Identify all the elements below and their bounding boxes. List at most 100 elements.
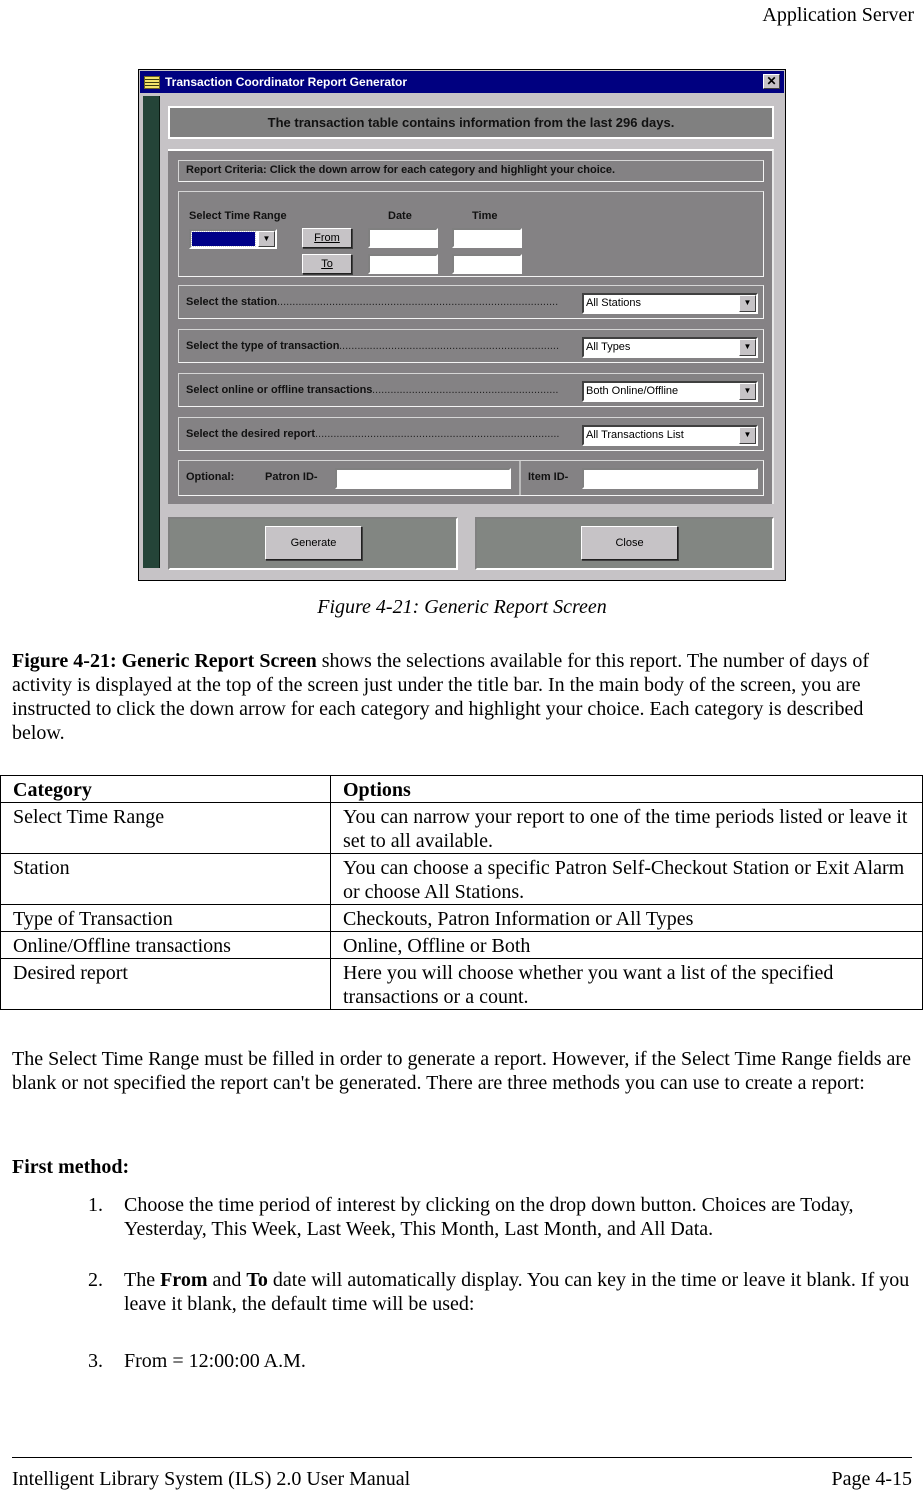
close-button[interactable]: Close — [581, 526, 678, 560]
to-time-input[interactable] — [452, 254, 522, 274]
table-cell-options: You can narrow your report to one of the… — [330, 802, 923, 854]
chevron-down-icon[interactable]: ▼ — [739, 383, 756, 400]
desired-report-group: Select the desired report All Transactio… — [178, 417, 764, 451]
chevron-down-icon[interactable]: ▼ — [739, 339, 756, 356]
figure-caption: Figure 4-21: Generic Report Screen — [317, 596, 607, 618]
days-banner: The transaction table contains informati… — [168, 106, 774, 139]
table-cell-options: You can choose a specific Patron Self-Ch… — [330, 853, 923, 905]
report-generator-dialog: Transaction Coordinator Report Generator… — [138, 69, 786, 581]
time-range-selected-value — [191, 231, 256, 247]
method-heading: First method: — [12, 1156, 130, 1178]
chevron-down-icon[interactable]: ▼ — [739, 295, 756, 312]
dot-leader: ........................................… — [277, 296, 559, 308]
table-cell-options: Here you will choose whether you want a … — [330, 958, 923, 1010]
window-title: Transaction Coordinator Report Generator — [165, 75, 408, 89]
item-id-label: Item ID- — [528, 471, 569, 483]
station-select[interactable]: All Stations ▼ — [582, 293, 758, 314]
table-cell-category: Desired report — [0, 958, 331, 1010]
optional-divider — [519, 461, 521, 495]
list-item: 1. Choose the time period of interest by… — [88, 1193, 918, 1241]
from-time-input[interactable] — [452, 228, 522, 248]
table-cell-category: Online/Offline transactions — [0, 931, 331, 959]
list-text-bold-from: From — [160, 1269, 208, 1291]
patron-id-input[interactable] — [335, 468, 511, 489]
station-label: Select the station — [186, 296, 278, 308]
criteria-instructions: Report Criteria: Click the down arrow fo… — [178, 160, 764, 182]
footer-page-number: Page 4-15 — [831, 1468, 912, 1490]
app-icon — [144, 75, 160, 89]
item-id-input[interactable] — [582, 468, 758, 489]
date-label: Date — [388, 210, 412, 222]
close-panel: Close — [475, 517, 774, 570]
table-header-row: Category Options — [0, 775, 923, 803]
transaction-type-select[interactable]: All Types ▼ — [582, 337, 758, 358]
optional-label: Optional: — [186, 471, 235, 483]
table-cell-category: Select Time Range — [0, 802, 331, 854]
title-bar: Transaction Coordinator Report Generator… — [140, 71, 784, 93]
dot-leader: ........................................… — [315, 428, 559, 440]
time-label: Time — [472, 210, 498, 222]
time-range-paragraph: The Select Time Range must be filled in … — [12, 1048, 911, 1094]
online-offline-group: Select online or offline transactions Bo… — [178, 373, 764, 407]
category-table: Category Options Select Time Range You c… — [0, 775, 923, 1010]
list-item: 3. From = 12:00:00 A.M. — [88, 1349, 918, 1373]
footer-manual-title: Intelligent Library System (ILS) 2.0 Use… — [12, 1468, 411, 1490]
optional-group: Optional: Patron ID- Item ID- — [178, 460, 764, 496]
dot-leader: ........................................… — [372, 384, 559, 396]
table-cell-options: Online, Offline or Both — [330, 931, 923, 959]
close-icon[interactable]: ✕ — [763, 74, 780, 89]
time-range-group: Select Time Range Date Time ▼ From To — [178, 191, 764, 277]
time-range-select[interactable]: ▼ — [189, 229, 277, 249]
transaction-type-value: All Types — [586, 341, 631, 353]
list-number: 2. — [88, 1269, 103, 1291]
list-text-part: The — [124, 1269, 161, 1291]
time-range-label: Select Time Range — [189, 210, 287, 222]
desired-report-select[interactable]: All Transactions List ▼ — [582, 425, 758, 446]
table-cell-options: Checkouts, Patron Information or All Typ… — [330, 904, 923, 932]
intro-figure-ref: Figure 4-21: Generic Report Screen — [12, 650, 317, 672]
table-row: Type of Transaction Checkouts, Patron In… — [0, 904, 923, 932]
from-date-input[interactable] — [368, 228, 438, 248]
chevron-down-icon[interactable]: ▼ — [258, 231, 275, 247]
criteria-panel: Report Criteria: Click the down arrow fo… — [168, 149, 774, 504]
online-offline-select[interactable]: Both Online/Offline ▼ — [582, 381, 758, 402]
transaction-type-group: Select the type of transaction All Types… — [178, 329, 764, 363]
list-text-bold-to: To — [246, 1269, 268, 1291]
running-header: Application Server — [762, 4, 914, 26]
table-row: Desired report Here you will choose whet… — [0, 958, 923, 1010]
generate-panel: Generate — [168, 517, 458, 570]
online-offline-label: Select online or offline transactions — [186, 384, 373, 396]
generate-button[interactable]: Generate — [265, 526, 362, 560]
list-item: 2. The From and To date will automatical… — [88, 1268, 918, 1316]
from-button-label: From — [314, 232, 340, 244]
desired-report-label: Select the desired report — [186, 428, 315, 440]
table-header-options: Options — [330, 775, 923, 803]
to-button[interactable]: To — [302, 254, 352, 274]
list-text: Choose the time period of interest by cl… — [124, 1194, 854, 1240]
sidebar-strip — [143, 96, 160, 568]
table-header-category: Category — [0, 775, 331, 803]
dot-leader: ........................................… — [339, 340, 559, 352]
table-row: Online/Offline transactions Online, Offl… — [0, 931, 923, 959]
station-group: Select the station All Stations ▼ ......… — [178, 285, 764, 319]
to-date-input[interactable] — [368, 254, 438, 274]
footer-divider — [12, 1457, 912, 1458]
list-number: 3. — [88, 1350, 103, 1372]
table-cell-category: Type of Transaction — [0, 904, 331, 932]
from-button[interactable]: From — [302, 228, 352, 248]
online-offline-value: Both Online/Offline — [586, 385, 679, 397]
to-button-label: To — [321, 258, 333, 270]
transaction-type-label: Select the type of transaction — [186, 340, 340, 352]
list-text: The From and To date will automatically … — [124, 1268, 918, 1316]
table-cell-category: Station — [0, 853, 331, 905]
station-select-value: All Stations — [586, 297, 642, 309]
desired-report-value: All Transactions List — [586, 429, 684, 441]
list-text: From = 12:00:00 A.M. — [124, 1350, 306, 1372]
list-text-part: and — [207, 1269, 247, 1291]
table-row: Select Time Range You can narrow your re… — [0, 802, 923, 854]
intro-paragraph: Figure 4-21: Generic Report Screen shows… — [12, 649, 917, 745]
table-row: Station You can choose a specific Patron… — [0, 853, 923, 905]
list-number: 1. — [88, 1194, 103, 1216]
chevron-down-icon[interactable]: ▼ — [739, 427, 756, 444]
patron-id-label: Patron ID- — [265, 471, 318, 483]
